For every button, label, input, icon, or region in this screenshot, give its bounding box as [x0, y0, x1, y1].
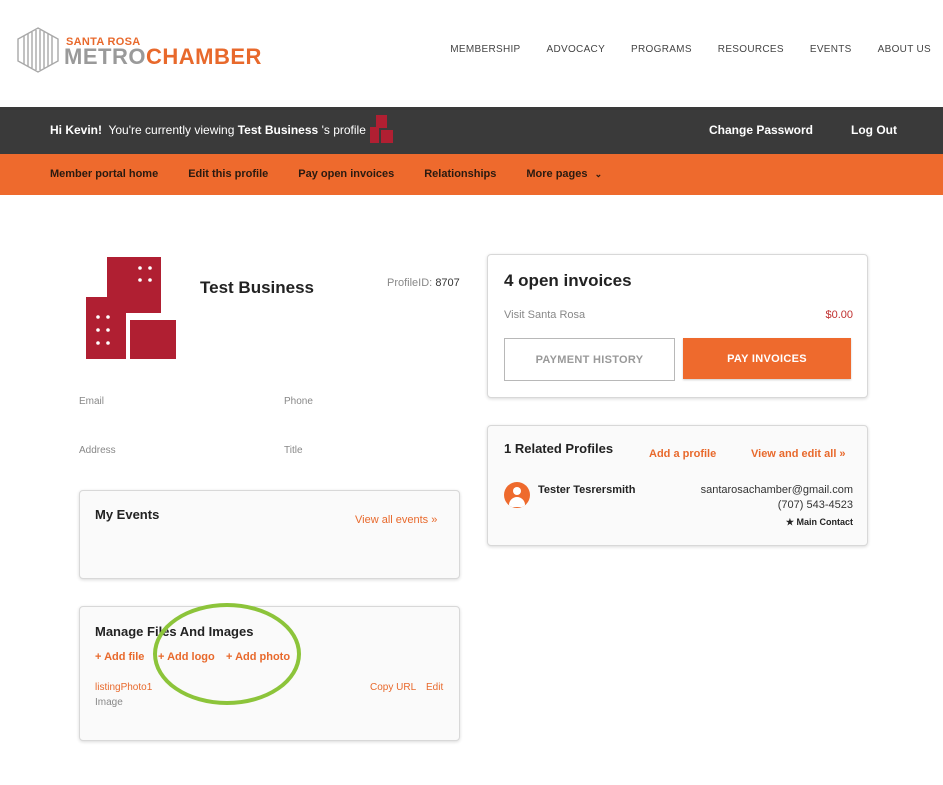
nav-resources[interactable]: RESOURCES: [718, 44, 784, 55]
contact-avatar-icon: [504, 482, 530, 508]
copy-url-link[interactable]: Copy URL: [370, 682, 416, 693]
invoice-org: Visit Santa Rosa: [504, 309, 586, 321]
portal-nav-home[interactable]: Member portal home: [50, 168, 158, 180]
logo-main-text: METROCHAMBER: [64, 44, 262, 69]
business-logo-icon: [86, 257, 176, 359]
portal-nav-edit-profile[interactable]: Edit this profile: [188, 168, 268, 180]
invoices-title: 4 open invoices: [504, 271, 632, 290]
file-name[interactable]: listingPhoto1: [95, 682, 152, 693]
payment-history-button[interactable]: PAYMENT HISTORY: [504, 338, 675, 381]
title-label: Title: [284, 445, 303, 456]
add-file-link[interactable]: + Add file: [95, 651, 144, 663]
contact-name[interactable]: Tester Tesrersmith: [538, 484, 635, 496]
address-label: Address: [79, 445, 116, 456]
portal-nav-pay-invoices[interactable]: Pay open invoices: [298, 168, 394, 180]
nav-about-us[interactable]: ABOUT US: [878, 44, 931, 55]
related-profiles-card: 1 Related Profiles Add a profile View an…: [487, 425, 868, 546]
business-icon: [370, 115, 393, 143]
email-label: Email: [79, 396, 105, 407]
nav-membership[interactable]: MEMBERSHIP: [450, 44, 520, 55]
main-nav: MEMBERSHIP ADVOCACY PROGRAMS RESOURCES E…: [450, 44, 931, 55]
related-title: 1 Related Profiles: [504, 441, 614, 456]
invoices-card: 4 open invoices Visit Santa Rosa $0.00 P…: [487, 254, 868, 398]
change-password-link[interactable]: Change Password: [709, 123, 813, 137]
logout-link[interactable]: Log Out: [851, 123, 897, 137]
user-bar: Hi Kevin! You're currently viewing Test …: [0, 107, 943, 154]
view-edit-all-link[interactable]: View and edit all »: [751, 448, 846, 460]
profile-id: ProfileID: 8707: [387, 277, 460, 289]
events-title: My Events: [95, 507, 160, 522]
logo-mark-icon: [17, 27, 59, 73]
events-card: My Events View all events »: [79, 490, 460, 579]
chamber-logo[interactable]: SANTA ROSA METROCHAMBER: [16, 24, 261, 76]
main-contact-badge: ★ Main Contact: [785, 517, 853, 527]
files-card: Manage Files And Images + Add file + Add…: [79, 606, 460, 741]
edit-file-link[interactable]: Edit: [426, 682, 443, 693]
chevron-down-icon: ⌄: [594, 169, 603, 179]
files-title: Manage Files And Images: [95, 624, 254, 639]
portal-nav-relationships[interactable]: Relationships: [424, 168, 496, 180]
phone-label: Phone: [284, 396, 313, 407]
file-type: Image: [95, 697, 123, 708]
nav-advocacy[interactable]: ADVOCACY: [547, 44, 606, 55]
business-name: Test Business: [200, 278, 315, 297]
add-photo-link[interactable]: + Add photo: [226, 651, 290, 663]
contact-email[interactable]: santarosachamber@gmail.com: [701, 484, 853, 496]
add-profile-link[interactable]: Add a profile: [649, 448, 716, 460]
nav-programs[interactable]: PROGRAMS: [631, 44, 692, 55]
add-logo-link[interactable]: + Add logo: [158, 651, 215, 663]
portal-nav: Member portal home Edit this profile Pay…: [0, 154, 943, 195]
contact-phone: (707) 543-4523: [777, 499, 853, 511]
invoice-amount: $0.00: [825, 309, 853, 321]
greeting-text: Hi Kevin! You're currently viewing Test …: [50, 123, 366, 137]
nav-events[interactable]: EVENTS: [810, 44, 852, 55]
view-all-events-link[interactable]: View all events »: [355, 514, 437, 526]
pay-invoices-button[interactable]: PAY INVOICES: [683, 338, 851, 379]
portal-nav-more-pages[interactable]: More pages ⌄: [526, 168, 602, 180]
